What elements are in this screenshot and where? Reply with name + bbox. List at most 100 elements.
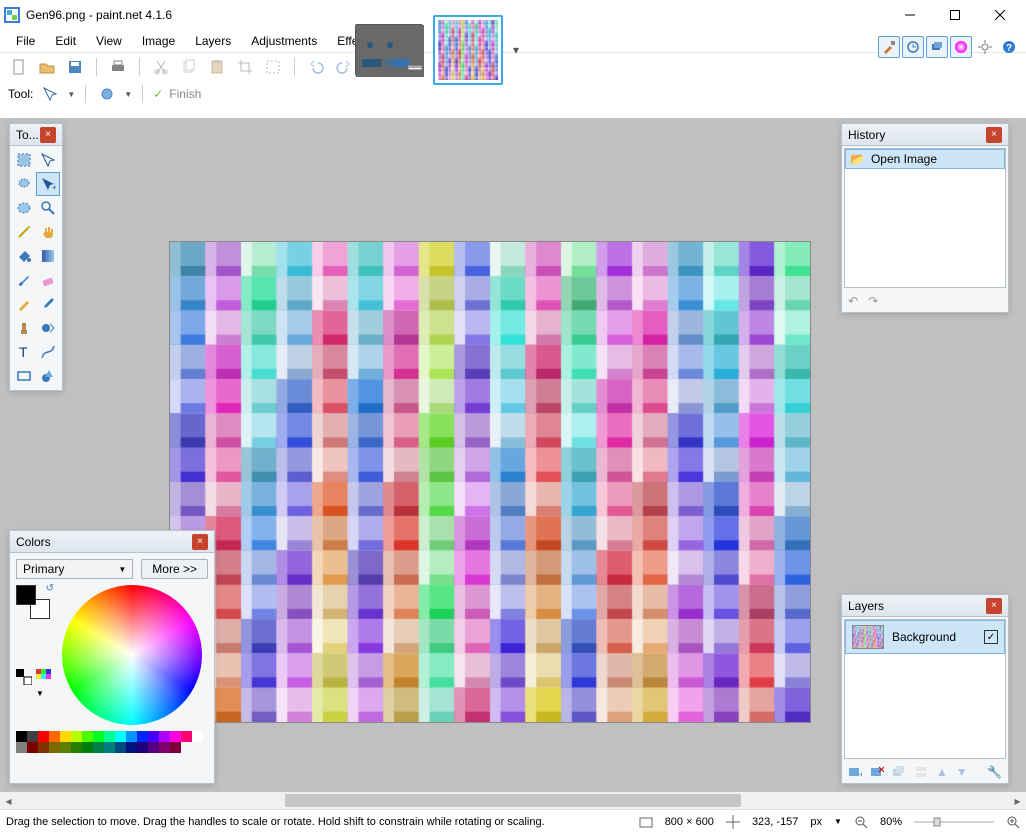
palette-color[interactable] [82, 742, 93, 753]
palette-color[interactable] [126, 742, 137, 753]
tab-dropdown-icon[interactable]: ▾ [513, 43, 519, 57]
palette-color[interactable] [93, 742, 104, 753]
palette-color[interactable] [159, 742, 170, 753]
palette-color[interactable] [16, 742, 27, 753]
toggle-history-button[interactable] [902, 36, 924, 58]
canvas[interactable] [170, 242, 810, 722]
layer-up-button[interactable]: ▲ [936, 765, 948, 779]
palette-color[interactable] [93, 731, 104, 742]
minimize-button[interactable] [887, 0, 932, 30]
tool-clone-stamp[interactable] [12, 316, 36, 340]
palette-color[interactable] [60, 742, 71, 753]
color-wheel[interactable] [62, 585, 202, 725]
close-icon[interactable]: × [40, 127, 56, 143]
color-target-select[interactable]: Primary ▼ [16, 559, 133, 579]
palette-color[interactable] [137, 731, 148, 742]
layer-visible-checkbox[interactable]: ✓ [984, 630, 998, 644]
redo-button[interactable] [333, 56, 355, 78]
palette-color[interactable] [49, 742, 60, 753]
palette-color[interactable] [82, 731, 93, 742]
menu-file[interactable]: File [8, 32, 43, 50]
selection-mode-button[interactable] [96, 83, 118, 105]
tool-rect-select[interactable] [12, 148, 36, 172]
scroll-thumb[interactable] [285, 794, 741, 807]
history-redo-button[interactable]: ↷ [868, 294, 878, 308]
new-file-button[interactable] [8, 56, 30, 78]
menu-view[interactable]: View [88, 32, 130, 50]
palette-color[interactable] [170, 731, 181, 742]
tool-lasso[interactable] [12, 172, 36, 196]
crop-button[interactable] [234, 56, 256, 78]
tool-ellipse-select[interactable] [12, 196, 36, 220]
palette-color[interactable] [38, 742, 49, 753]
more-button[interactable]: More >> [141, 559, 208, 579]
copy-button[interactable] [178, 56, 200, 78]
dropdown-icon[interactable]: ▼ [124, 90, 132, 99]
tool-eraser[interactable] [36, 268, 60, 292]
settings-button[interactable] [974, 36, 996, 58]
menu-image[interactable]: Image [134, 32, 183, 50]
maximize-button[interactable] [932, 0, 977, 30]
tool-paint-bucket[interactable] [12, 244, 36, 268]
layer-properties-button[interactable]: 🔧 [987, 765, 1002, 779]
status-zoom[interactable]: 80% [880, 816, 902, 828]
tool-shapes[interactable] [36, 364, 60, 388]
palette-color[interactable] [115, 742, 126, 753]
doc-tab-active[interactable] [433, 15, 503, 85]
palette-color[interactable] [137, 742, 148, 753]
swap-colors-icon[interactable]: ↺ [46, 583, 54, 594]
tool-magic-wand[interactable] [12, 220, 36, 244]
palette-color[interactable] [71, 731, 82, 742]
tool-recolor[interactable] [36, 316, 60, 340]
layer-duplicate-button[interactable] [892, 765, 906, 779]
palette-color[interactable] [16, 731, 27, 742]
menu-adjustments[interactable]: Adjustments [243, 32, 325, 50]
print-button[interactable] [107, 56, 129, 78]
layer-merge-button[interactable] [914, 765, 928, 779]
tool-paintbrush[interactable] [12, 268, 36, 292]
zoom-slider[interactable] [914, 815, 994, 829]
paste-button[interactable] [206, 56, 228, 78]
history-list[interactable]: 📂 Open Image [844, 148, 1006, 288]
grid-button[interactable] [376, 56, 398, 78]
palette-color[interactable] [115, 731, 126, 742]
layer-down-button[interactable]: ▼ [956, 765, 968, 779]
zoom-out-icon[interactable] [854, 815, 868, 829]
palette-color[interactable] [38, 731, 49, 742]
palette-menu-button[interactable]: ▼ [36, 669, 52, 699]
chevron-down-icon[interactable]: ▼ [834, 817, 842, 826]
zoom-in-icon[interactable] [1006, 815, 1020, 829]
tool-pencil[interactable] [12, 292, 36, 316]
palette-color[interactable] [159, 731, 170, 742]
palette-color[interactable] [148, 742, 159, 753]
deselect-button[interactable] [262, 56, 284, 78]
layers-list[interactable]: Background ✓ [844, 619, 1006, 759]
layer-add-button[interactable]: + [848, 765, 862, 779]
palette-color[interactable] [27, 731, 38, 742]
toggle-tools-button[interactable] [878, 36, 900, 58]
color-swatches[interactable]: ↺ [16, 585, 50, 619]
palette-color[interactable] [192, 731, 203, 742]
tool-color-picker[interactable] [36, 292, 60, 316]
history-undo-button[interactable]: ↶ [848, 294, 858, 308]
finish-button[interactable]: Finish [169, 87, 201, 101]
close-icon[interactable]: × [986, 127, 1002, 143]
palette-color[interactable] [181, 731, 192, 742]
menu-layers[interactable]: Layers [187, 32, 239, 50]
tool-text[interactable]: T [12, 340, 36, 364]
tool-zoom[interactable] [36, 196, 60, 220]
ruler-button[interactable] [404, 56, 426, 78]
tool-move-selection[interactable] [36, 148, 60, 172]
active-tool-dropdown[interactable] [39, 83, 61, 105]
bw-swatch-button[interactable] [16, 669, 32, 699]
scroll-right-icon[interactable]: ▸ [1009, 792, 1026, 809]
status-units[interactable]: px [810, 816, 822, 828]
close-button[interactable] [977, 0, 1022, 30]
close-icon[interactable]: × [986, 598, 1002, 614]
cut-button[interactable] [150, 56, 172, 78]
dropdown-icon[interactable]: ▼ [67, 90, 75, 99]
palette-color[interactable] [126, 731, 137, 742]
toggle-colors-button[interactable] [950, 36, 972, 58]
menu-edit[interactable]: Edit [47, 32, 84, 50]
palette[interactable] [16, 731, 208, 753]
